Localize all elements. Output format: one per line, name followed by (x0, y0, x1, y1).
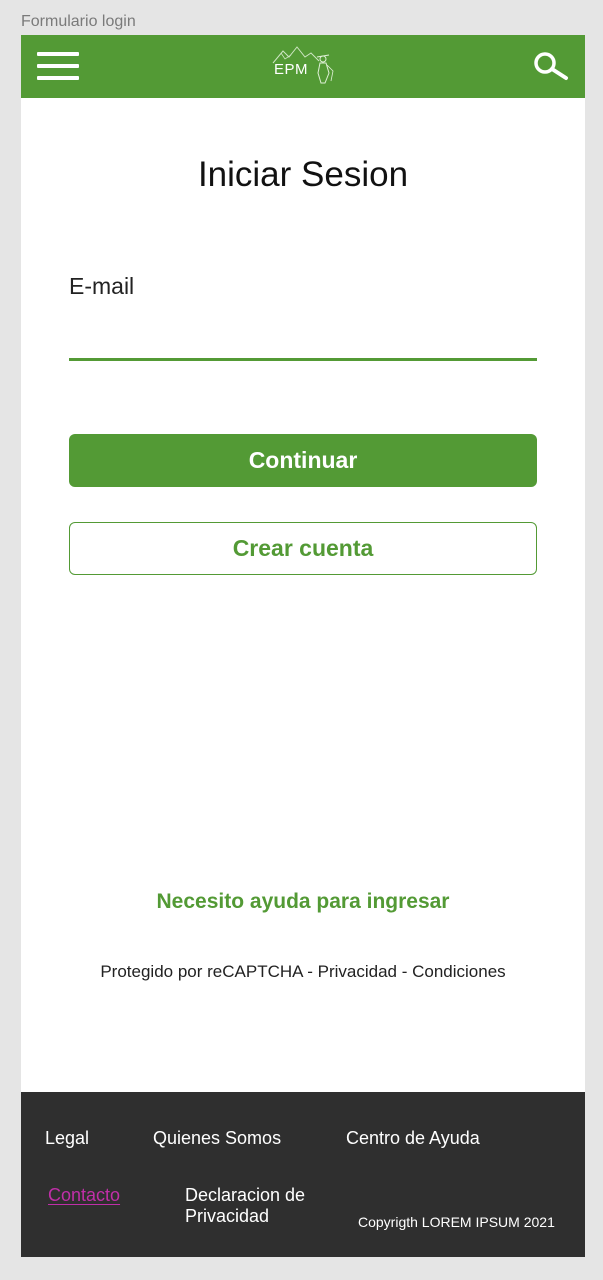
frame-label: Formulario login (21, 13, 136, 30)
logo-text: EPM (274, 61, 309, 78)
hamburger-line (37, 76, 79, 80)
email-label: E-mail (69, 273, 135, 299)
hamburger-line (37, 64, 79, 68)
copyright-text: Copyrigth LOREM IPSUM 2021 (358, 1214, 555, 1230)
declaracion-line-1: Declaracion de (185, 1185, 306, 1205)
hamburger-line (37, 52, 79, 56)
email-field[interactable] (69, 320, 537, 361)
search-icon[interactable] (531, 51, 571, 83)
top-app-bar: EPM (21, 35, 585, 98)
declaracion-line-2: Privacidad (185, 1206, 270, 1226)
footer-link-contacto[interactable]: Contacto (45, 1185, 123, 1206)
footer-link-declaracion-privacidad[interactable]: Declaracion de Privacidad (185, 1185, 335, 1227)
footer-link-legal[interactable]: Legal (45, 1128, 89, 1149)
recaptcha-notice: Protegido por reCAPTCHA - Privacidad - C… (100, 962, 506, 981)
footer: Legal Quienes Somos Centro de Ayuda Cont… (21, 1092, 585, 1257)
footer-link-quienes-somos[interactable]: Quienes Somos (153, 1128, 281, 1149)
epm-logo: EPM (271, 41, 341, 91)
help-login-link[interactable]: Necesito ayuda para ingresar (21, 890, 585, 914)
hamburger-menu-icon[interactable] (37, 52, 79, 80)
create-account-button[interactable]: Crear cuenta (69, 522, 537, 575)
page-title: Iniciar Sesion (197, 155, 409, 194)
continue-button[interactable]: Continuar (69, 434, 537, 487)
footer-link-centro-ayuda[interactable]: Centro de Ayuda (346, 1128, 480, 1149)
phone-screen: EPM Iniciar Sesion E-mail Continuar Crea… (21, 35, 585, 1257)
